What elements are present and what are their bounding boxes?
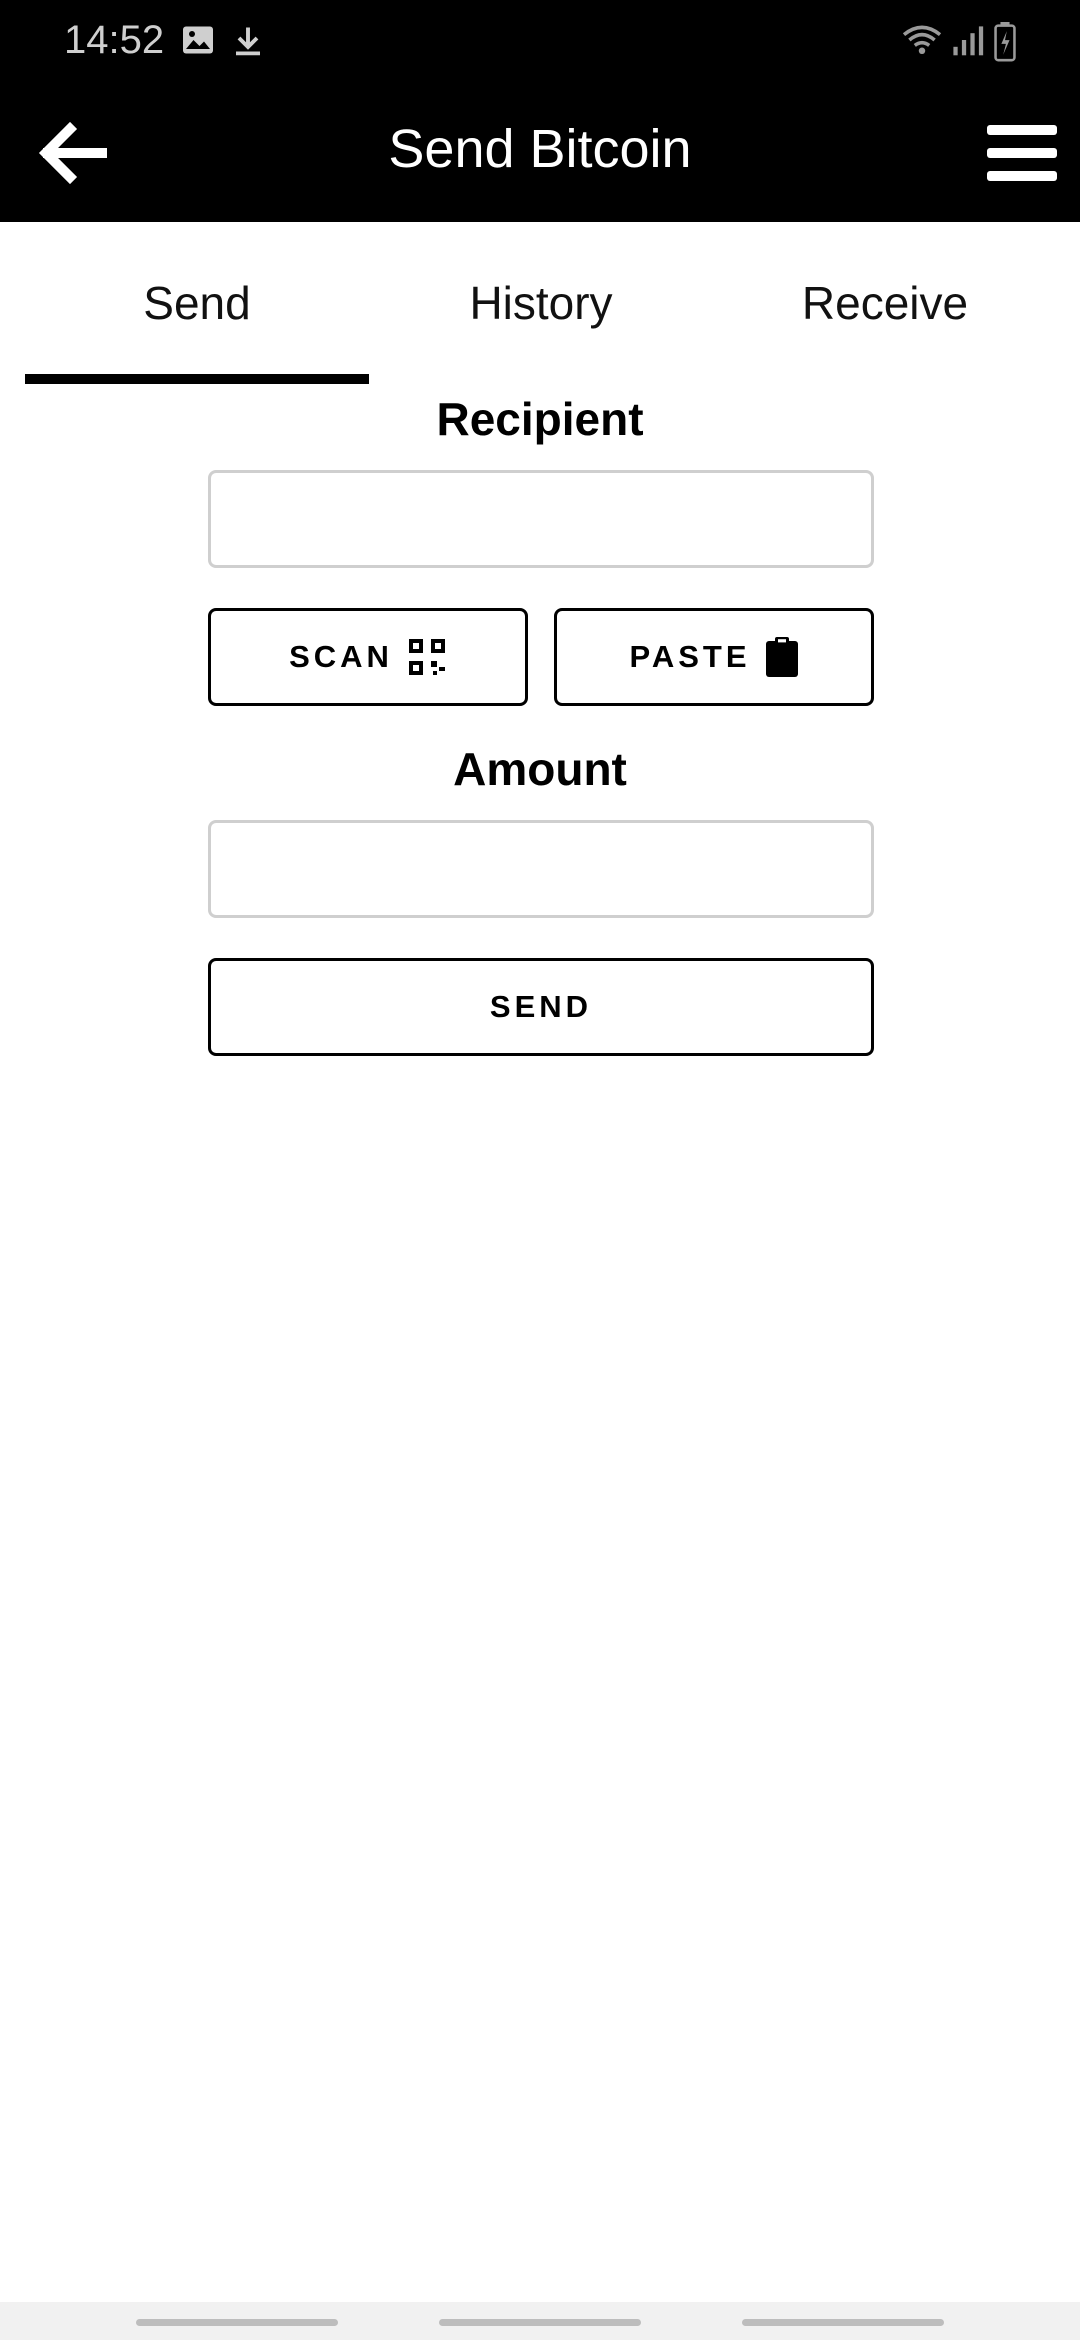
system-navigation-bar	[0, 2302, 1080, 2340]
tab-history[interactable]: History	[369, 222, 713, 384]
nav-recent-apps[interactable]	[136, 2319, 338, 2326]
download-icon	[230, 22, 266, 65]
app-bar: Send Bitcoin	[0, 88, 1080, 222]
qr-code-icon	[407, 637, 447, 677]
amount-input[interactable]	[208, 820, 874, 918]
scan-button[interactable]: SCAN	[208, 608, 528, 706]
paste-button[interactable]: PASTE	[554, 608, 874, 706]
tab-receive[interactable]: Receive	[713, 222, 1057, 384]
status-time: 14:52	[64, 18, 165, 62]
recipient-input[interactable]	[208, 470, 874, 568]
send-button-label: SEND	[489, 989, 593, 1024]
menu-button[interactable]	[974, 110, 1070, 200]
wifi-icon	[900, 22, 944, 63]
clipboard-icon	[765, 636, 799, 678]
send-button[interactable]: SEND	[208, 958, 874, 1056]
page-title: Send Bitcoin	[388, 119, 692, 179]
tab-bar: Send History Receive	[0, 222, 1080, 384]
tab-send[interactable]: Send	[25, 222, 369, 384]
nav-back[interactable]	[742, 2319, 944, 2326]
recipient-label: Recipient	[436, 393, 644, 445]
amount-label: Amount	[453, 743, 627, 795]
status-bar: 14:52	[0, 0, 1080, 88]
nav-home[interactable]	[439, 2319, 641, 2326]
tab-indicator	[25, 374, 369, 384]
paste-button-label: PASTE	[629, 639, 751, 674]
scan-button-label: SCAN	[289, 639, 393, 674]
signal-icon	[950, 22, 984, 63]
hamburger-menu-icon	[987, 123, 1057, 188]
battery-icon	[994, 22, 1016, 67]
image-icon	[180, 22, 216, 63]
